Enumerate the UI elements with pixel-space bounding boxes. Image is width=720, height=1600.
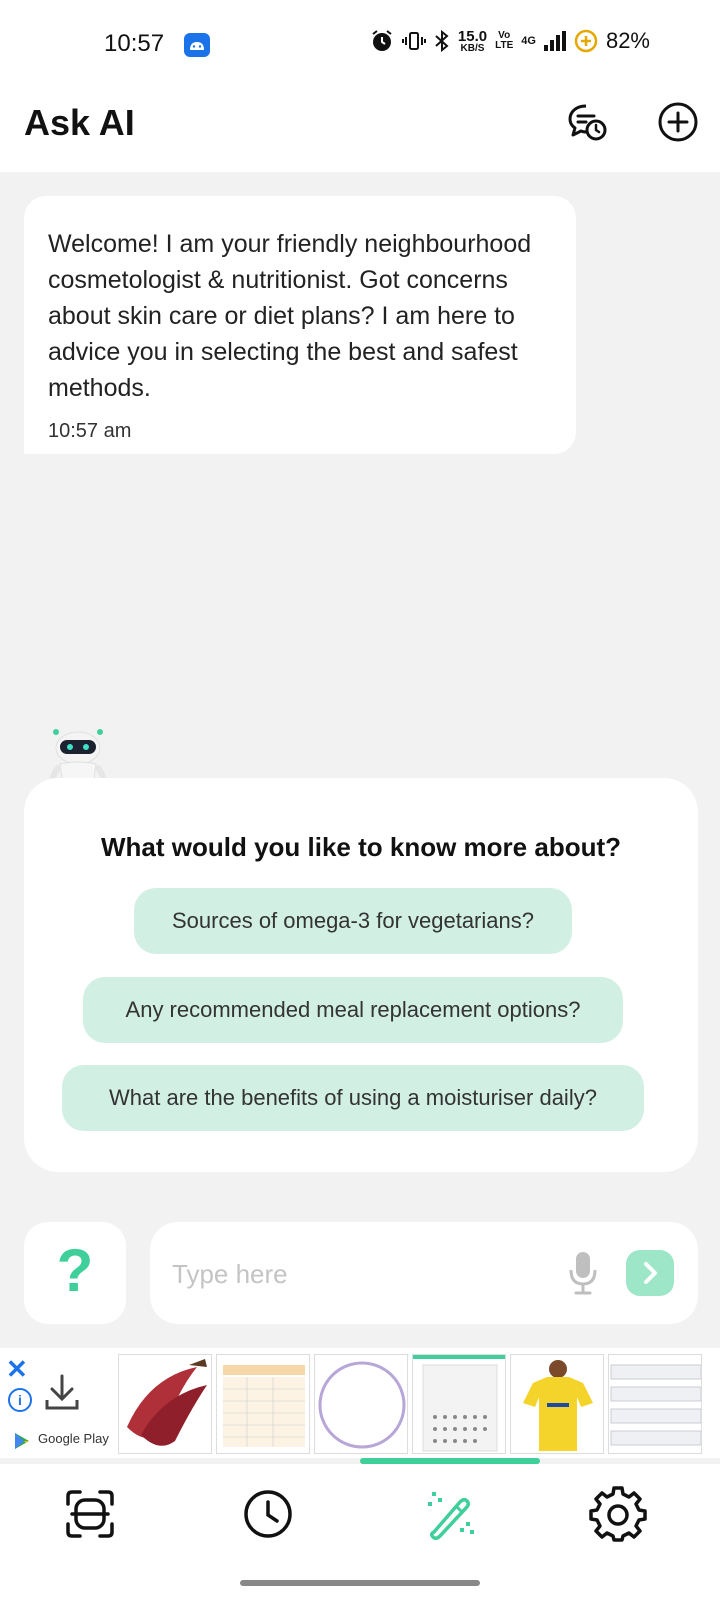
magic-wand-icon — [428, 1492, 474, 1541]
chat-history-button[interactable] — [566, 100, 610, 144]
welcome-message-bubble: Welcome! I am your friendly neighbourhoo… — [24, 196, 576, 454]
welcome-message-text: Welcome! I am your friendly neighbourhoo… — [48, 230, 532, 402]
message-composer — [150, 1222, 698, 1324]
new-chat-button[interactable] — [656, 100, 700, 144]
android-notification-icon — [184, 33, 210, 57]
download-icon[interactable] — [44, 1372, 80, 1412]
nav-settings-button[interactable] — [588, 1484, 648, 1544]
signal-icon — [543, 31, 566, 51]
gear-icon — [589, 1486, 647, 1542]
microphone-button[interactable] — [568, 1250, 598, 1296]
chat-history-icon — [568, 104, 607, 141]
ad-close-icon[interactable]: ✕ — [6, 1354, 28, 1385]
network-type: 4G — [521, 35, 536, 47]
message-input[interactable] — [170, 1248, 544, 1300]
status-time: 10:57 — [104, 30, 165, 57]
google-play-icon — [14, 1432, 30, 1450]
status-icons: 15.0 KB/S Vo LTE 4G 82% — [370, 28, 650, 54]
chevron-right-icon — [644, 1262, 657, 1284]
nav-history-button[interactable] — [238, 1484, 298, 1544]
question-mark-icon: ? — [56, 1237, 94, 1304]
battery-percent: 82% — [605, 28, 650, 53]
bottom-navigation — [0, 1464, 720, 1600]
suggestions-title: What would you like to know more about? — [101, 832, 621, 862]
help-button[interactable]: ? — [24, 1222, 126, 1324]
send-button[interactable] — [626, 1250, 674, 1296]
ad-product-rulers[interactable] — [608, 1354, 702, 1454]
suggestions-card: What would you like to know more about? … — [24, 778, 698, 1172]
ad-info-icon[interactable]: i — [8, 1388, 32, 1412]
scan-icon — [66, 1490, 114, 1538]
nav-scan-button[interactable] — [60, 1484, 120, 1544]
page-title: Ask AI — [24, 102, 135, 143]
bluetooth-icon — [435, 29, 449, 53]
battery-saver-icon — [574, 29, 598, 53]
message-timestamp: 10:57 am — [48, 420, 132, 442]
suggestion-chip-meal-replacement[interactable]: Any recommended meal replacement options… — [83, 977, 623, 1043]
suggestion-chip-moisturiser[interactable]: What are the benefits of using a moistur… — [62, 1065, 644, 1131]
ad-product-size-chart[interactable] — [216, 1354, 310, 1454]
nav-ask-ai-button[interactable] — [418, 1484, 478, 1544]
alarm-icon — [372, 30, 392, 51]
ad-product-jersey[interactable] — [510, 1354, 604, 1454]
microphone-icon — [569, 1252, 597, 1295]
ad-product-stencil[interactable] — [412, 1354, 506, 1454]
clock-icon — [244, 1490, 292, 1538]
net-speed: 15.0 KB/S — [457, 27, 488, 54]
ad-product-hoop[interactable] — [314, 1354, 408, 1454]
ad-banner[interactable]: ✕ i Google Play — [0, 1348, 720, 1458]
plus-circle-icon — [658, 102, 698, 142]
suggestion-chip-omega3[interactable]: Sources of omega-3 for vegetarians? — [134, 888, 572, 954]
home-indicator — [240, 1580, 480, 1586]
google-play-label: Google Play — [38, 1431, 109, 1446]
vibrate-icon — [401, 32, 426, 50]
ad-product-bananas[interactable] — [118, 1354, 212, 1454]
volte-indicator: Vo LTE — [495, 30, 514, 51]
